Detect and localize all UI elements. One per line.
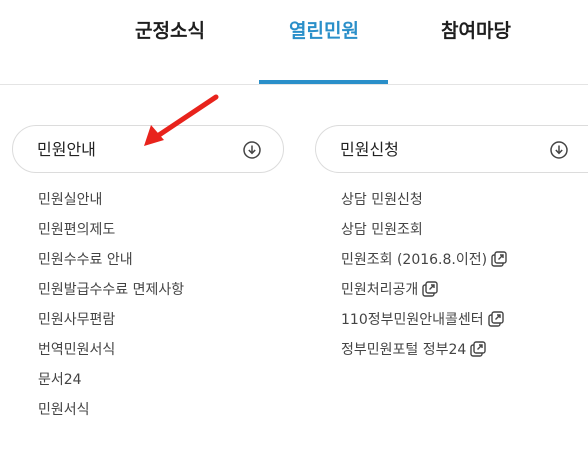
link-consult-apply[interactable]: 상담 민원신청 xyxy=(315,185,588,215)
civil-guide-section: 민원안내 민원실안내 민원편의제도 민원수수료 안내 민원발급수수료 면제사항 … xyxy=(12,125,284,425)
civil-application-section: 민원신청 상담 민원신청 상담 민원조회 민원조회 (2016.8.이전) 민원… xyxy=(315,125,588,365)
link-civil-convenience-system[interactable]: 민원편의제도 xyxy=(12,215,284,245)
active-tab-indicator xyxy=(259,80,388,84)
link-civil-affairs-manual[interactable]: 민원사무편람 xyxy=(12,305,284,335)
link-110-call-center[interactable]: 110정부민원안내콜센터 xyxy=(315,305,588,335)
civil-application-link-list: 상담 민원신청 상담 민원조회 민원조회 (2016.8.이전) 민원처리공개 … xyxy=(315,185,588,365)
link-civil-fee-guide[interactable]: 민원수수료 안내 xyxy=(12,245,284,275)
tab-open-civil-service[interactable]: 열린민원 xyxy=(282,16,366,46)
link-civil-inquiry-before-2016[interactable]: 민원조회 (2016.8.이전) xyxy=(315,245,588,275)
link-gov24-portal[interactable]: 정부민원포털 정부24 xyxy=(315,335,588,365)
link-label: 민원처리공개 xyxy=(341,282,419,298)
external-link-icon xyxy=(470,341,487,357)
link-consult-inquiry[interactable]: 상담 민원조회 xyxy=(315,215,588,245)
civil-application-header-button[interactable]: 민원신청 xyxy=(315,125,588,173)
external-link-icon xyxy=(491,251,507,267)
download-circle-icon[interactable] xyxy=(550,141,568,159)
link-label: 정부민원포털 정부24 xyxy=(341,342,467,358)
link-civil-processing-disclosure[interactable]: 민원처리공개 xyxy=(315,275,588,305)
tab-news[interactable]: 군정소식 xyxy=(128,16,212,46)
tab-participation[interactable]: 참여마당 xyxy=(434,16,518,46)
link-label: 110정부민원안내콜센터 xyxy=(341,312,484,328)
link-label: 상담 민원조회 xyxy=(341,222,423,238)
link-label: 상담 민원신청 xyxy=(341,192,423,208)
civil-guide-title: 민원안내 xyxy=(37,140,96,159)
external-link-icon xyxy=(422,281,438,297)
top-navigation-tabs: 군정소식 열린민원 참여마당 xyxy=(0,0,588,85)
civil-guide-header-button[interactable]: 민원안내 xyxy=(12,125,284,173)
link-label: 민원조회 (2016.8.이전) xyxy=(341,252,488,268)
link-civil-office-guide[interactable]: 민원실안내 xyxy=(12,185,284,215)
link-document24[interactable]: 문서24 xyxy=(12,365,284,395)
page: 군정소식 열린민원 참여마당 민원안내 민원실안내 민원편의제도 민원수수료 안… xyxy=(0,0,588,458)
external-link-icon xyxy=(487,311,504,327)
civil-application-title: 민원신청 xyxy=(340,140,399,159)
link-translated-forms[interactable]: 번역민원서식 xyxy=(12,335,284,365)
link-fee-exemptions[interactable]: 민원발급수수료 면제사항 xyxy=(12,275,284,305)
download-circle-icon[interactable] xyxy=(243,141,261,159)
civil-guide-link-list: 민원실안내 민원편의제도 민원수수료 안내 민원발급수수료 면제사항 민원사무편… xyxy=(12,185,284,425)
link-civil-forms[interactable]: 민원서식 xyxy=(12,395,284,425)
